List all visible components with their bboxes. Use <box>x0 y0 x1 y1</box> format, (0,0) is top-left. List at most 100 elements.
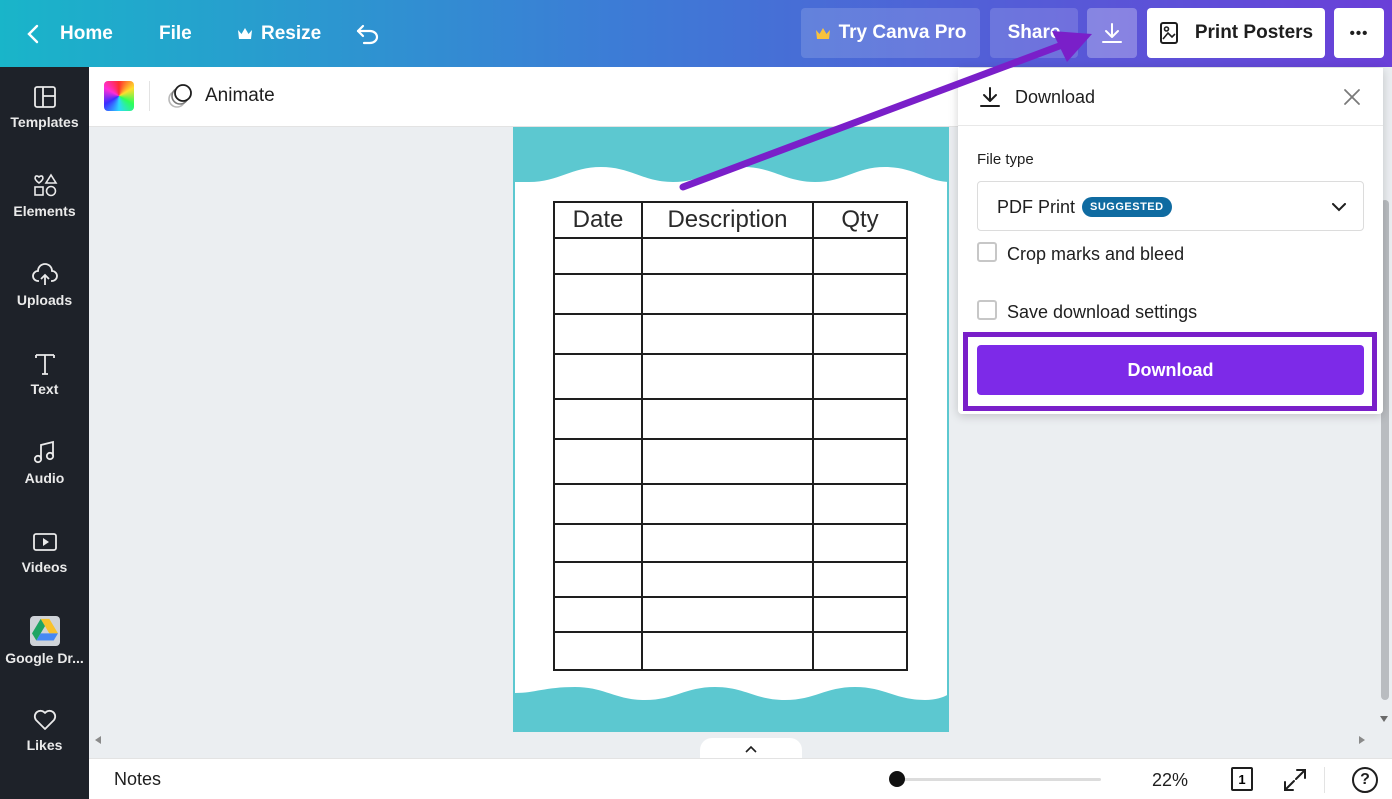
audio-icon <box>33 440 54 464</box>
try-canva-pro-label: Try Canva Pro <box>838 22 967 43</box>
sidebar-item-label: Likes <box>26 737 63 753</box>
animate-button[interactable]: Animate <box>167 79 275 113</box>
sidebar-item-uploads[interactable]: Uploads <box>0 245 89 325</box>
templates-icon <box>33 86 56 108</box>
sidebar-item-label: Templates <box>10 114 79 130</box>
bottom-wave-decoration <box>515 687 947 732</box>
notes-button[interactable]: Notes <box>114 769 161 790</box>
suggested-badge: SUGGESTED <box>1082 197 1172 217</box>
top-wave-decoration <box>515 127 947 182</box>
inventory-table: Date Description Qty <box>553 201 908 671</box>
sidebar-item-videos[interactable]: Videos <box>0 512 89 592</box>
more-options-button[interactable]: ••• <box>1334 8 1384 58</box>
file-menu[interactable]: File <box>159 0 192 67</box>
table-row-line <box>555 438 906 440</box>
download-button[interactable] <box>1087 8 1137 58</box>
zoom-slider-handle[interactable] <box>889 771 905 787</box>
crop-marks-option[interactable]: Crop marks and bleed <box>977 242 1367 270</box>
notes-expand-tab[interactable] <box>700 738 802 760</box>
text-icon <box>34 354 55 375</box>
crop-marks-label: Crop marks and bleed <box>1007 244 1185 264</box>
table-row-line <box>555 523 906 525</box>
print-posters-label: Print Posters <box>1194 22 1314 43</box>
file-type-select[interactable]: PDF Print SUGGESTED <box>977 181 1364 231</box>
sidebar-item-text[interactable]: Text <box>0 334 89 414</box>
heart-icon <box>33 709 56 730</box>
file-type-value: PDF Print <box>997 197 1076 217</box>
sidebar-item-likes[interactable]: Likes <box>0 690 89 770</box>
table-row-line <box>555 483 906 485</box>
try-canva-pro-button[interactable]: Try Canva Pro <box>801 8 980 58</box>
download-confirm-button[interactable]: Download <box>977 345 1364 395</box>
fullscreen-button[interactable] <box>1282 767 1308 793</box>
table-row-line <box>555 631 906 633</box>
download-confirm-label: Download <box>1127 359 1214 380</box>
undo-button[interactable] <box>355 0 381 67</box>
top-bar: Home File Resize Try Canva Pro Share Pri… <box>0 0 1392 67</box>
table-row-line <box>555 237 906 239</box>
design-page[interactable]: Date Description Qty <box>513 127 949 732</box>
chevron-left-icon <box>27 24 39 43</box>
poster-icon <box>1159 22 1178 44</box>
sidebar-item-templates[interactable]: Templates <box>0 67 89 147</box>
share-label: Share <box>1007 22 1061 43</box>
undo-icon <box>356 24 379 44</box>
sidebar-item-google-drive[interactable]: Google Dr... <box>0 601 89 681</box>
animate-icon <box>168 84 192 108</box>
save-settings-option[interactable]: Save download settings <box>977 300 1367 328</box>
download-panel-header: Download <box>958 68 1383 126</box>
help-button[interactable]: ? <box>1352 767 1378 793</box>
file-label: File <box>159 22 192 44</box>
download-panel: Download File type PDF Print SUGGESTED C… <box>958 68 1383 414</box>
table-row-line <box>555 561 906 563</box>
home-button[interactable]: Home <box>26 0 113 67</box>
download-panel-title: Download <box>1015 87 1096 107</box>
table-row-line <box>555 353 906 355</box>
file-type-label: File type <box>977 151 1034 168</box>
table-row-line <box>555 313 906 315</box>
sidebar-item-label: Elements <box>13 203 76 219</box>
sidebar-item-elements[interactable]: Elements <box>0 156 89 236</box>
scroll-left-arrow[interactable] <box>95 736 101 744</box>
bottom-bar: Notes 22% 1 ? <box>89 758 1392 799</box>
elements-icon <box>33 173 57 197</box>
print-posters-button[interactable]: Print Posters <box>1147 8 1325 58</box>
close-icon[interactable] <box>1343 88 1361 106</box>
resize-label: Resize <box>261 22 322 44</box>
sidebar-item-label: Audio <box>24 470 65 486</box>
sidebar-item-label: Google Dr... <box>5 650 84 666</box>
download-icon <box>1102 23 1122 43</box>
home-label: Home <box>60 22 113 44</box>
scroll-down-arrow[interactable] <box>1380 716 1388 722</box>
fullscreen-icon <box>1284 769 1306 791</box>
sidebar-item-label: Text <box>30 381 59 397</box>
help-icon: ? <box>1360 771 1370 788</box>
page-count-button[interactable]: 1 <box>1231 767 1253 791</box>
bottom-divider <box>1324 767 1325 793</box>
save-settings-checkbox[interactable] <box>977 300 997 320</box>
crown-icon <box>815 27 830 39</box>
color-picker-swatch[interactable] <box>104 81 134 111</box>
table-row-line <box>555 398 906 400</box>
more-icon: ••• <box>1349 24 1369 42</box>
toolbar-divider <box>149 81 150 111</box>
animate-label: Animate <box>205 85 275 106</box>
crop-marks-checkbox[interactable] <box>977 242 997 262</box>
editor-toolbar: Animate <box>89 67 959 127</box>
share-button[interactable]: Share <box>990 8 1078 58</box>
table-row-line <box>555 596 906 598</box>
table-header-date: Date <box>572 206 624 233</box>
zoom-level[interactable]: 22% <box>1152 770 1188 791</box>
save-settings-label: Save download settings <box>1007 302 1198 322</box>
chevron-down-icon <box>1332 203 1346 212</box>
videos-icon <box>32 533 57 551</box>
download-icon <box>980 87 1000 107</box>
zoom-slider[interactable] <box>889 771 1101 787</box>
scroll-right-arrow[interactable] <box>1359 736 1365 744</box>
resize-button[interactable]: Resize <box>237 0 321 67</box>
crown-icon <box>238 28 252 39</box>
sidebar-item-audio[interactable]: Audio <box>0 423 89 503</box>
sidebar-item-label: Videos <box>21 559 68 575</box>
chevron-up-icon <box>745 745 757 753</box>
table-header-qty: Qty <box>841 206 879 233</box>
